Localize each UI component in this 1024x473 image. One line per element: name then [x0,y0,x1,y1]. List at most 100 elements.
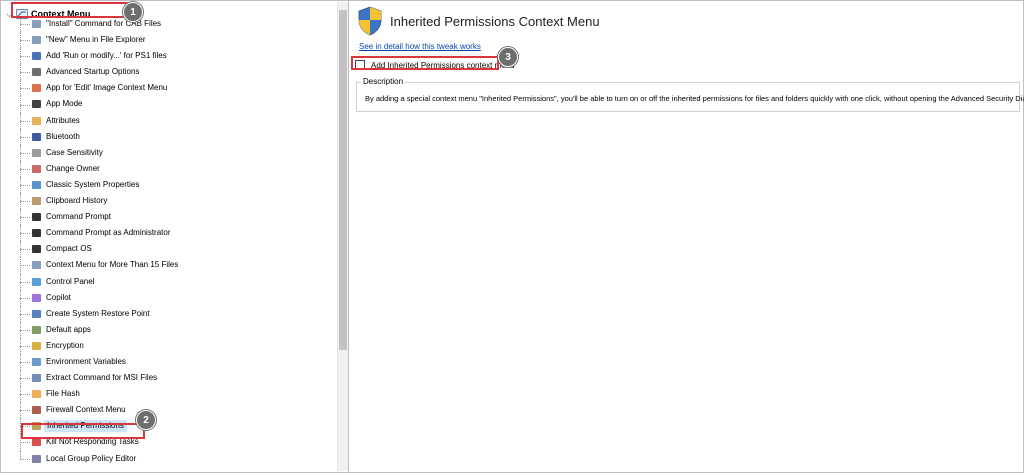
copilot-icon [32,293,41,302]
tree-item[interactable]: Case Sensitivity [2,144,337,161]
context-menu-icon [32,20,41,28]
tree-item-label: App Mode [46,99,83,109]
tree-item[interactable]: Command Prompt [2,209,337,226]
tree-item[interactable]: Extract Command for MSI Files [2,370,337,387]
tree-item-label: Bluetooth [46,131,80,141]
tree-connector [20,394,30,396]
tree-item-label: Encryption [46,340,84,350]
default-apps-icon [32,325,41,334]
tree-connector [20,136,30,138]
tree-item-label: Compact OS [46,244,92,254]
tree-item[interactable]: File Hash [2,386,337,403]
context-menu-icon [32,36,41,45]
tree-connector [20,329,30,331]
tree-item[interactable]: Bluetooth [2,128,337,145]
tweak-detail-pane: Inherited Permissions Context Menu See i… [350,2,1024,471]
firewall-icon [32,406,41,415]
description-group: Description By adding a special context … [356,77,1024,112]
tree-connector [20,458,30,460]
tweak-tree[interactable]: ⌵ Context Menu "Install" Command for CAB… [2,2,337,471]
tree-connector [20,24,30,26]
user-icon [32,164,41,173]
document-icon [32,390,41,399]
tree-item[interactable]: Compact OS [2,241,337,258]
tweak-details-link[interactable]: See in detail how this tweak works [359,42,481,51]
tree-item[interactable]: Default apps [2,321,337,338]
description-heading: Description [361,77,406,86]
tree-item[interactable]: Change Owner [2,160,337,177]
tree-item[interactable]: Classic System Properties [2,176,337,194]
tree-connector [20,104,30,106]
tree-item-label: Classic System Properties [46,179,140,189]
tree-item-label: Command Prompt [46,212,111,222]
console-icon [32,245,41,254]
tree-item-label: Context Menu for More Than 15 Files [46,260,179,270]
tree-item[interactable]: Attributes [2,112,337,129]
console-icon [32,229,41,238]
tree-connector [20,88,30,90]
tree-item[interactable]: App Mode [2,96,337,113]
tree-item[interactable]: "New" Menu in File Explorer [2,32,337,49]
annotation-box-2 [21,423,145,439]
tree-items: "Install" Command for CAB Files "New" Men… [2,16,337,467]
tree-item-label: Clipboard History [46,196,108,206]
tree-item-label: Local Group Policy Editor [46,453,137,463]
tree-scrollbar[interactable] [337,2,348,471]
powershell-icon [32,52,41,61]
tree-connector [20,184,30,186]
tree-item[interactable]: Command Prompt as Administrator [2,225,337,242]
tree-connector [20,201,30,203]
tree-connector [20,345,30,347]
drive-icon [32,148,41,157]
description-text: By adding a special context menu "Inheri… [365,94,1024,103]
tree-item[interactable]: Add 'Run or modify...' for PS1 files [2,48,337,65]
pane-splitter[interactable] [348,0,349,473]
tree-connector [20,313,30,315]
context-menu-icon [32,261,41,270]
tree-item-label: Add 'Run or modify...' for PS1 files [46,51,167,61]
tree-item[interactable]: Advanced Startup Options [2,64,337,81]
tree-item[interactable]: Control Panel [2,273,337,290]
monitor-icon [32,180,41,189]
tree-item-label: Change Owner [46,163,100,173]
annotation-box-3 [351,56,499,70]
tree-item[interactable]: "Install" Command for CAB Files [2,16,337,33]
tree-item[interactable]: Environment Variables [2,353,337,371]
tree-item-label: File Hash [46,389,80,399]
restore-icon [32,309,41,318]
paint-icon [32,84,41,93]
annotation-badge-2: 2 [136,410,156,430]
tree-connector [20,362,30,364]
tree-item[interactable]: Create System Restore Point [2,305,337,322]
tree-item-label: "Install" Command for CAB Files [46,19,162,28]
clipboard-icon [32,197,41,206]
tree-connector [20,40,30,42]
console-icon [32,213,41,222]
tree-item-label: App for 'Edit' Image Context Menu [46,83,168,93]
tree-item-label: Firewall Context Menu [46,405,126,415]
tree-connector [20,410,30,412]
tree-connector [20,72,30,74]
tree-connector [20,56,30,58]
page-title: Inherited Permissions Context Menu [390,14,600,29]
tree-item[interactable]: Context Menu for More Than 15 Files [2,257,337,274]
tree-connector [20,297,30,299]
tree-item[interactable]: Clipboard History [2,193,337,210]
tree-item[interactable]: Firewall Context Menu [2,402,337,419]
tree-item-label: Environment Variables [46,356,126,366]
tree-item[interactable]: Encryption [2,337,337,354]
annotation-badge-3: 3 [498,47,518,67]
msi-icon [32,374,41,383]
tree-item[interactable]: Copilot [2,289,337,306]
tree-connector [20,120,30,122]
tree-connector [20,217,30,219]
tree-item-label: Attributes [46,115,80,125]
tree-item-label: Control Panel [46,276,95,286]
scrollbar-thumb[interactable] [339,10,347,350]
tree-connector [20,450,21,459]
tree-item[interactable]: Local Group Policy Editor [2,450,337,467]
bluetooth-icon [32,132,41,141]
control-panel-icon [32,277,41,286]
tree-item[interactable]: App for 'Edit' Image Context Menu [2,80,337,97]
tree-item-label: Copilot [46,292,71,302]
